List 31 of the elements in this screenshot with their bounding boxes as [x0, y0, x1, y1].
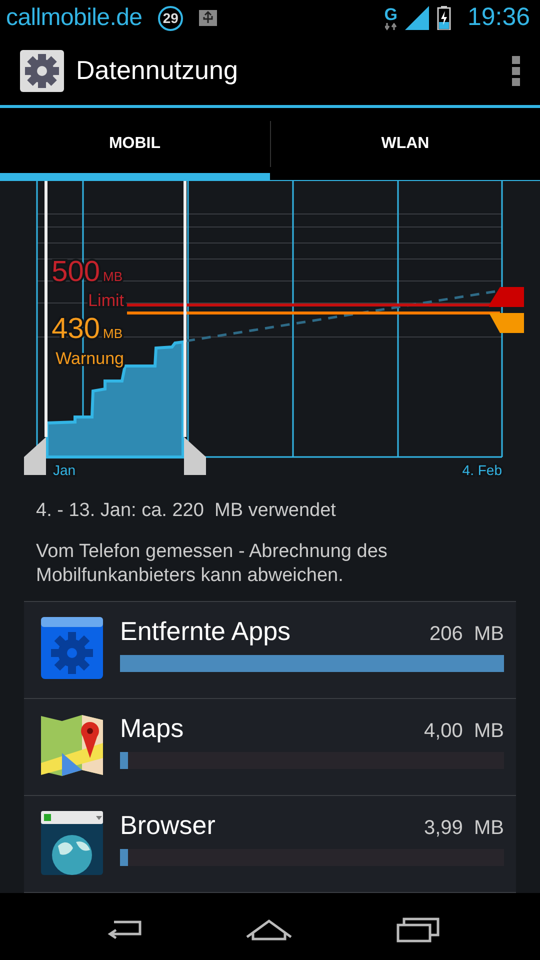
- limit-unit: MB: [103, 269, 122, 284]
- screen-title: Datennutzung: [76, 54, 238, 87]
- signal-icon: [405, 6, 430, 30]
- data-activity-icon: [384, 22, 397, 30]
- recent-apps-icon[interactable]: [396, 915, 440, 944]
- settings-icon: [20, 50, 64, 92]
- app-name: Browser: [120, 810, 216, 842]
- limit-label: Limit: [88, 291, 124, 310]
- carrier-name: callmobile.de: [6, 3, 142, 33]
- warning-unit: MB: [103, 326, 122, 341]
- axis-label: Jan: [53, 462, 76, 478]
- axis-label: 4. Feb: [462, 462, 502, 478]
- battery-icon: [437, 6, 452, 30]
- tab[interactable]: MOBIL: [0, 108, 270, 180]
- clock: 19:36: [467, 2, 530, 34]
- range-start-handle[interactable]: [24, 437, 46, 475]
- app-usage: 206 MB: [430, 622, 504, 647]
- app-name: Entfernte Apps: [120, 616, 291, 648]
- limit-handle[interactable]: [489, 287, 524, 307]
- tab[interactable]: WLAN: [270, 108, 540, 180]
- overflow-menu-icon[interactable]: [512, 56, 520, 86]
- app-usage: 3,99 MB: [424, 816, 504, 841]
- warning-handle[interactable]: [489, 313, 524, 333]
- usb-icon: [199, 10, 218, 26]
- app-name: Maps: [120, 712, 184, 744]
- usage-summary: 4. - 13. Jan: ca. 220 MB verwendet: [35, 499, 337, 523]
- notification-count: 29: [158, 6, 184, 30]
- app-usage: 4,00 MB: [424, 718, 504, 744]
- range-end-handle[interactable]: [184, 437, 206, 475]
- network-type: G: [384, 6, 398, 22]
- usage-note: Vom Telefon gemessen - Abrechnung des Mobilfunkanbieters kann abweichen.: [35, 540, 388, 588]
